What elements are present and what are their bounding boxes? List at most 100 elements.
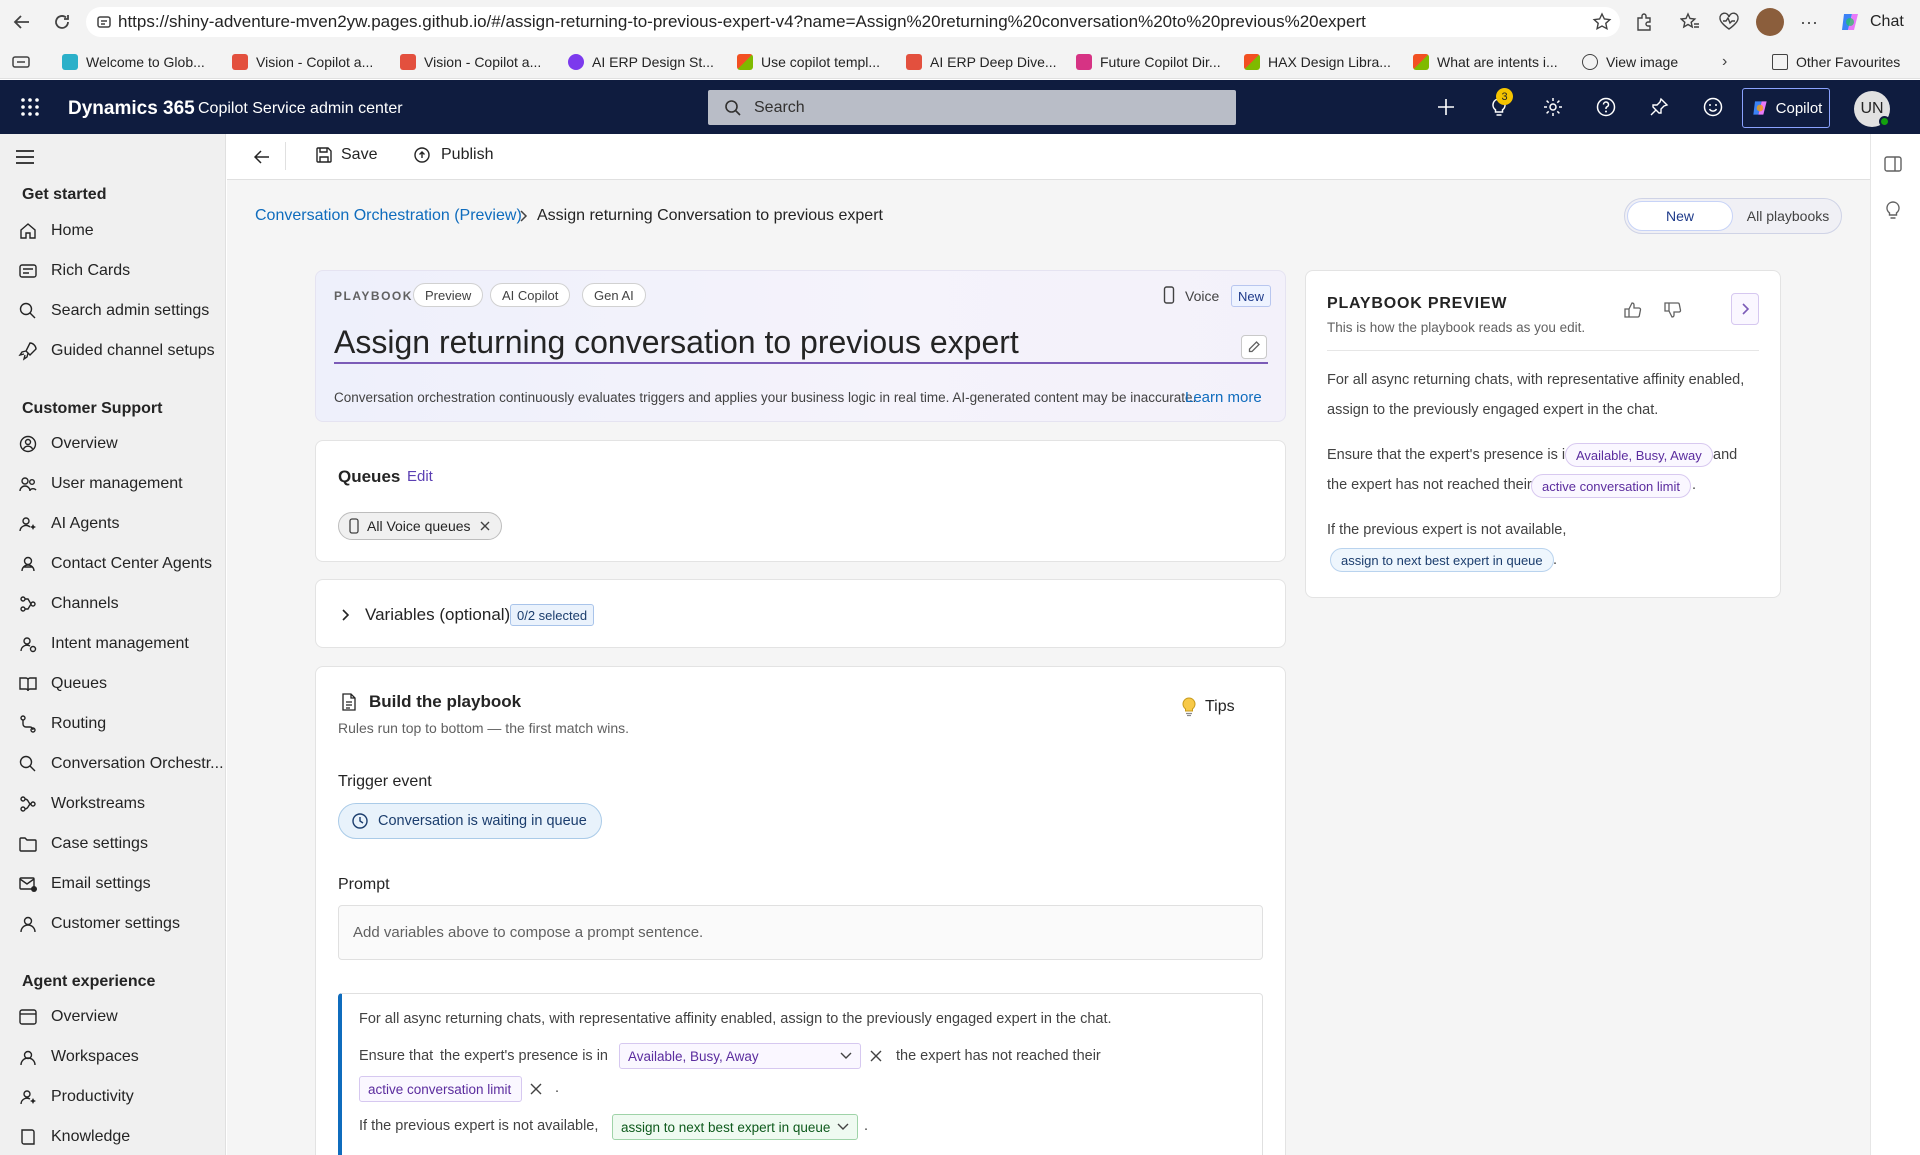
other-favourites-folder[interactable]: Other Favourites [1772, 51, 1900, 73]
bookmark-item[interactable]: Vision - Copilot a... [400, 51, 541, 73]
home-icon [20, 223, 36, 239]
sidebar-item-email-settings[interactable]: Email settings [18, 869, 151, 899]
sidebar-item-workspaces[interactable]: Workspaces [18, 1042, 139, 1072]
sidebar-item-home[interactable]: Home [18, 216, 94, 246]
fallback-dropdown[interactable]: assign to next best expert in queue [612, 1114, 858, 1140]
remove-presence-button[interactable] [869, 1049, 883, 1063]
search-placeholder: Search [754, 99, 805, 116]
bookmark-item[interactable]: View image [1582, 51, 1678, 73]
sidebar-item-guided-channel-setups[interactable]: Guided channel setups [18, 336, 215, 366]
browser-essentials-icon[interactable] [1718, 12, 1740, 32]
presence-dropdown[interactable]: Available, Busy, Away [619, 1043, 861, 1069]
favorite-star-icon[interactable] [1592, 12, 1612, 32]
copilot-chat-button[interactable]: Chat [1834, 8, 1916, 36]
edit-title-button[interactable] [1241, 335, 1267, 359]
gear-icon[interactable] [1542, 96, 1564, 118]
limit-dropdown[interactable]: active conversation limit [359, 1076, 522, 1102]
chevron-right-icon[interactable] [341, 607, 351, 623]
sidebar-item-intent-management[interactable]: Intent management [18, 629, 189, 659]
thumbs-down-icon[interactable] [1663, 300, 1683, 320]
publish-icon [414, 147, 430, 163]
bookmark-favicon-icon [906, 54, 922, 70]
toggle-all-playbooks-button[interactable]: All playbooks [1738, 201, 1838, 231]
hamburger-menu-icon[interactable] [14, 147, 36, 167]
add-icon[interactable] [1435, 96, 1457, 118]
sidebar-item-contact-center-agents[interactable]: Contact Center Agents [18, 549, 212, 579]
publish-button[interactable]: Publish [413, 146, 493, 164]
book-icon [19, 677, 37, 692]
variables-title[interactable]: Variables (optional) [365, 605, 510, 625]
save-button[interactable]: Save [315, 146, 377, 164]
sidebar-item-label: Intent management [51, 635, 189, 652]
preview-divider [1327, 350, 1759, 351]
bookmark-item[interactable]: Future Copilot Dir... [1076, 51, 1221, 73]
bookmark-item[interactable]: AI ERP Deep Dive... [906, 51, 1057, 73]
sidebar-item-conversation-orchestration[interactable]: Conversation Orchestr... [18, 749, 224, 779]
bookmark-item[interactable]: What are intents i... [1413, 51, 1558, 73]
bookmark-label: What are intents i... [1437, 54, 1558, 70]
sidebar-item-rich-cards[interactable]: Rich Cards [18, 256, 130, 286]
copilot-button[interactable]: Copilot [1742, 88, 1830, 128]
sidebar-item-ai-agents[interactable]: AI Agents [18, 509, 120, 539]
chevron-right-icon [517, 208, 529, 224]
bookmark-item[interactable]: Welcome to Glob... [62, 51, 205, 73]
remove-limit-button[interactable] [529, 1082, 543, 1096]
favorites-icon[interactable] [1680, 12, 1700, 32]
bookmark-item[interactable]: Use copilot templ... [737, 51, 880, 73]
presence-tag: Available, Busy, Away [1565, 443, 1713, 467]
folder-icon [19, 837, 37, 852]
back-icon[interactable] [12, 12, 32, 32]
learn-more-link[interactable]: Learn more [1185, 389, 1262, 406]
playbook-title[interactable]: Assign returning conversation to previou… [334, 324, 1019, 361]
close-icon[interactable] [479, 520, 491, 532]
sidebar-item-label: Case settings [51, 835, 148, 852]
insights-lightbulb-icon[interactable] [1884, 200, 1902, 222]
sidebar-item-knowledge[interactable]: Knowledge [18, 1122, 130, 1152]
sidebar-item-agent-overview[interactable]: Overview [18, 1002, 118, 1032]
sidebar-item-channels[interactable]: Channels [18, 589, 119, 619]
build-subtitle: Rules run top to bottom — the first matc… [338, 720, 630, 736]
sidebar-item-label: Conversation Orchestr... [51, 755, 224, 772]
profile-avatar[interactable] [1756, 8, 1784, 36]
chat-label: Chat [1870, 13, 1904, 30]
product-name[interactable]: Dynamics 365 [68, 98, 195, 120]
more-icon[interactable]: ··· [1800, 12, 1818, 33]
rule-presence-text: the expert's presence is in [440, 1048, 608, 1064]
sidebar-item-overview[interactable]: Overview [18, 429, 118, 459]
pin-icon[interactable] [1648, 96, 1670, 118]
sidebar-item-label: Contact Center Agents [51, 555, 212, 572]
bookmark-item[interactable]: Vision - Copilot a... [232, 51, 373, 73]
feedback-smiley-icon[interactable] [1702, 96, 1724, 118]
tips-button[interactable]: Tips [1181, 697, 1235, 717]
sidebar-item-routing[interactable]: Routing [18, 709, 106, 739]
refresh-icon[interactable] [52, 12, 72, 32]
routing-icon [20, 715, 36, 733]
trigger-chip[interactable]: Conversation is waiting in queue [338, 803, 602, 839]
rule-period: . [864, 1118, 869, 1134]
sidebar-item-user-management[interactable]: User management [18, 469, 183, 499]
collections-icon[interactable] [12, 54, 30, 70]
sidebar-item-workstreams[interactable]: Workstreams [18, 789, 145, 819]
expand-preview-button[interactable] [1731, 293, 1759, 325]
breadcrumb-parent-link[interactable]: Conversation Orchestration (Preview) [255, 207, 522, 225]
bookmark-item[interactable]: AI ERP Design St... [568, 51, 714, 73]
toggle-new-button[interactable]: New [1627, 201, 1733, 231]
bookmarks-overflow-chevron-icon[interactable]: › [1722, 53, 1727, 71]
thumbs-up-icon[interactable] [1623, 300, 1643, 320]
sidebar-item-productivity[interactable]: Productivity [18, 1082, 134, 1112]
sidebar-item-queues[interactable]: Queues [18, 669, 107, 699]
bookmark-item[interactable]: HAX Design Libra... [1244, 51, 1391, 73]
help-icon[interactable] [1595, 96, 1617, 118]
queues-card [315, 440, 1286, 562]
site-info-icon[interactable] [96, 14, 112, 30]
sidebar-item-customer-settings[interactable]: Customer settings [18, 909, 180, 939]
sidebar-item-case-settings[interactable]: Case settings [18, 829, 148, 859]
card-icon [19, 264, 37, 278]
sidebar-item-search-admin-settings[interactable]: Search admin settings [18, 296, 209, 326]
side-panel-icon[interactable] [1883, 155, 1903, 173]
extensions-icon[interactable] [1634, 12, 1654, 32]
back-arrow-icon[interactable] [252, 147, 272, 167]
sidebar-item-label: Customer settings [51, 915, 180, 932]
queues-edit-link[interactable]: Edit [407, 468, 433, 485]
app-launcher-icon[interactable] [20, 97, 40, 117]
